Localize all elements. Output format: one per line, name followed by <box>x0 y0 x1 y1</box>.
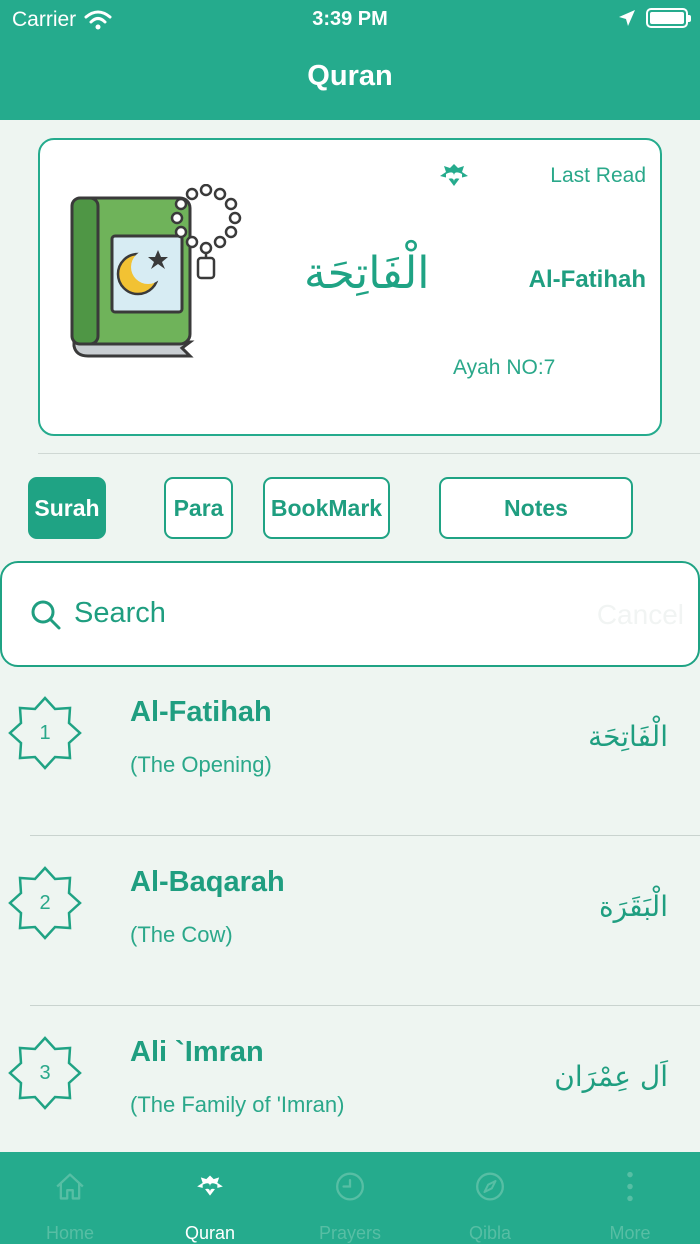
tabbar-item-home[interactable]: Home <box>0 1152 140 1244</box>
surah-row[interactable]: 3 Ali `Imran (The Family of 'Imran) اَل … <box>0 1006 700 1176</box>
tab-notes[interactable]: Notes <box>439 477 633 539</box>
tabbar-item-prayers[interactable]: Prayers <box>280 1152 420 1244</box>
last-read-ayah: Ayah NO:7 <box>453 356 556 379</box>
surah-number: 1 <box>39 721 51 744</box>
tabbar-label: Quran <box>184 1223 236 1243</box>
surah-number: 2 <box>39 891 51 914</box>
home-icon <box>56 1173 84 1200</box>
surah-name: Ali `Imran <box>130 1036 264 1068</box>
search-input[interactable]: Search <box>74 597 166 630</box>
tabbar-item-quran[interactable]: Quran <box>140 1152 280 1244</box>
tabbar-label: Qibla <box>468 1223 512 1243</box>
quran-icon <box>197 1175 223 1196</box>
tabbar-item-qibla[interactable]: Qibla <box>420 1152 560 1244</box>
tab-para[interactable]: Para <box>164 477 233 539</box>
bottom-tab-bar: Home Quran Prayers Qibla More <box>0 1152 700 1244</box>
surah-meaning: (The Cow) <box>130 922 233 947</box>
clock-icon <box>336 1172 364 1201</box>
divider <box>38 453 700 454</box>
surah-name: Al-Fatihah <box>130 696 272 728</box>
surah-row[interactable]: 2 Al-Baqarah (The Cow) الْبَقَرَة <box>0 836 700 1006</box>
surah-name: Al-Baqarah <box>130 866 285 898</box>
quran-tasbih-icon <box>70 184 242 358</box>
surah-number: 3 <box>39 1061 51 1084</box>
last-read-surah-name: Al-Fatihah <box>528 266 646 293</box>
status-bar: Carrier 3:39 PM <box>0 0 700 40</box>
tabbar-label: More <box>609 1223 651 1243</box>
surah-arabic: الْفَاتِحَة <box>588 720 668 753</box>
last-read-card[interactable]: Last Read الْفَاتِحَة Al-Fatihah Ayah NO… <box>38 138 662 436</box>
last-read-label: Last Read <box>550 164 646 187</box>
last-read-arabic: الْفَاتِحَة <box>304 248 430 299</box>
tabbar-label: Prayers <box>318 1223 381 1243</box>
compass-icon <box>476 1172 504 1201</box>
tabbar-item-more[interactable]: More <box>560 1152 700 1244</box>
surah-meaning: (The Opening) <box>130 752 272 777</box>
surah-arabic: اَل عِمْرَان <box>554 1060 668 1093</box>
surah-arabic: الْبَقَرَة <box>598 890 668 923</box>
search-icon <box>31 600 61 630</box>
quran-book-icon <box>440 164 468 186</box>
battery-icon <box>646 8 691 28</box>
more-icon <box>627 1171 633 1202</box>
search-bar[interactable]: Search Cancel <box>0 561 700 667</box>
tabbar-label: Home <box>45 1223 94 1243</box>
cancel-button[interactable]: Cancel <box>597 599 684 631</box>
surah-row[interactable]: 1 Al-Fatihah (The Opening) الْفَاتِحَة <box>0 666 700 836</box>
location-arrow-icon <box>619 10 635 26</box>
status-time: 3:39 PM <box>312 8 388 30</box>
surah-meaning: (The Family of 'Imran) <box>130 1092 345 1117</box>
page-title: Quran <box>307 60 393 92</box>
tab-surah[interactable]: Surah <box>28 477 106 539</box>
navigation-bar: Carrier 3:39 PM Quran <box>0 0 700 120</box>
tab-bookmark[interactable]: BookMark <box>263 477 390 539</box>
